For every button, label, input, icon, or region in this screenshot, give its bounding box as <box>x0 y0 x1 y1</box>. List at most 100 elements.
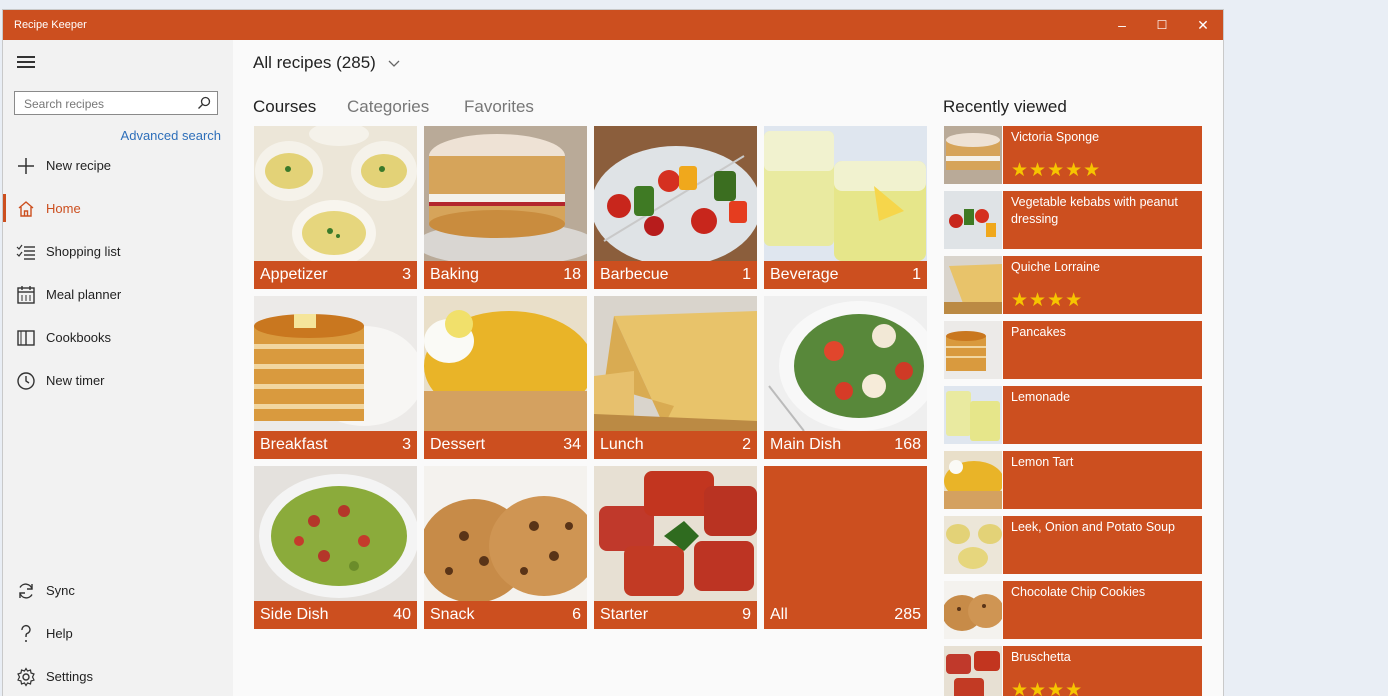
sidebar: Search recipes Advanced search New recip… <box>3 40 233 696</box>
search-icon[interactable] <box>197 96 211 110</box>
nav-new-timer[interactable]: New timer <box>3 360 233 400</box>
course-name: Barbecue <box>600 266 669 283</box>
advanced-search-link[interactable]: Advanced search <box>121 128 221 143</box>
maximize-button[interactable]: ☐ <box>1142 10 1182 40</box>
recent-item[interactable]: Quiche Lorraine ★★★★ <box>944 256 1202 314</box>
recent-item[interactable]: Pancakes <box>944 321 1202 379</box>
nav-shopping-list[interactable]: Shopping list <box>3 231 233 271</box>
course-tile-main-dish[interactable]: Main Dish 168 <box>764 296 927 459</box>
plus-icon <box>18 158 34 174</box>
checklist-icon <box>16 244 35 260</box>
recent-thumbnail <box>944 646 1002 696</box>
main-dish-image <box>764 296 927 431</box>
course-count: 34 <box>563 436 581 453</box>
course-count: 3 <box>402 436 411 453</box>
course-tile-side-dish[interactable]: Side Dish 40 <box>254 466 417 629</box>
snack-image <box>424 466 587 601</box>
recent-item[interactable]: Victoria Sponge ★★★★★ <box>944 126 1202 184</box>
recent-item-name: Vegetable kebabs with peanut dressing <box>1011 195 1178 226</box>
nav-label: Settings <box>46 669 93 684</box>
course-tile-all[interactable]: All 285 <box>764 466 927 629</box>
recent-thumbnail <box>944 126 1002 184</box>
recent-thumbnail <box>944 256 1002 314</box>
nav-settings[interactable]: Settings <box>3 656 233 696</box>
course-count: 18 <box>563 266 581 283</box>
nav-label: New recipe <box>46 158 112 173</box>
nav-new-recipe[interactable]: New recipe <box>3 145 233 185</box>
recent-item[interactable]: Bruschetta ★★★★ <box>944 646 1202 696</box>
course-count: 3 <box>402 266 411 283</box>
recent-item-name: Pancakes <box>1011 325 1066 339</box>
lunch-image <box>594 296 757 431</box>
course-name: Lunch <box>600 436 644 453</box>
course-tile-beverage[interactable]: Beverage 1 <box>764 126 927 289</box>
beverage-image <box>764 126 927 261</box>
side-dish-image <box>254 466 417 601</box>
recent-item[interactable]: Lemon Tart <box>944 451 1202 509</box>
nav-home[interactable]: Home <box>3 188 233 228</box>
help-icon <box>21 624 31 642</box>
course-count: 2 <box>742 436 751 453</box>
nav-label: Shopping list <box>46 244 121 259</box>
tab-favorites[interactable]: Favorites <box>464 97 534 117</box>
title-bar[interactable]: Recipe Keeper – ☐ ✕ <box>3 10 1223 40</box>
course-count: 6 <box>572 606 581 623</box>
nav-label: New timer <box>46 373 105 388</box>
search-placeholder: Search recipes <box>24 97 105 111</box>
course-name: Starter <box>600 606 649 623</box>
course-tile-snack[interactable]: Snack 6 <box>424 466 587 629</box>
recent-thumbnail <box>944 451 1002 509</box>
search-input[interactable]: Search recipes <box>14 91 218 115</box>
nav-sync[interactable]: Sync <box>3 570 233 610</box>
recent-item-name: Victoria Sponge <box>1011 130 1100 144</box>
starter-image <box>594 466 757 601</box>
course-tile-starter[interactable]: Starter 9 <box>594 466 757 629</box>
course-name: Snack <box>430 606 475 623</box>
recent-item[interactable]: Lemonade <box>944 386 1202 444</box>
course-tile-dessert[interactable]: Dessert 34 <box>424 296 587 459</box>
course-name: Baking <box>430 266 479 283</box>
course-count: 168 <box>894 436 921 453</box>
page-title: All recipes (285) <box>253 53 376 72</box>
nav-cookbooks[interactable]: Cookbooks <box>3 317 233 357</box>
course-tile-baking[interactable]: Baking 18 <box>424 126 587 289</box>
baking-image <box>424 126 587 261</box>
star-rating: ★★★★ <box>1011 290 1084 311</box>
course-tile-barbecue[interactable]: Barbecue 1 <box>594 126 757 289</box>
nav-help[interactable]: Help <box>3 613 233 653</box>
book-icon <box>17 330 35 346</box>
home-icon <box>18 201 34 217</box>
tab-courses[interactable]: Courses <box>253 97 316 117</box>
minimize-button[interactable]: – <box>1102 10 1142 40</box>
nav-label: Meal planner <box>46 287 122 302</box>
recent-item-name: Lemon Tart <box>1011 455 1074 469</box>
chevron-down-icon <box>388 60 400 67</box>
nav-label: Sync <box>46 583 75 598</box>
tab-categories[interactable]: Categories <box>347 97 429 117</box>
nav-meal-planner[interactable]: Meal planner <box>3 274 233 314</box>
course-tile-appetizer[interactable]: Appetizer 3 <box>254 126 417 289</box>
course-tile-breakfast[interactable]: Breakfast 3 <box>254 296 417 459</box>
recent-thumbnail <box>944 386 1002 444</box>
recent-item-name: Lemonade <box>1011 390 1071 404</box>
course-name: Side Dish <box>260 606 329 623</box>
course-count: 285 <box>894 606 921 623</box>
recent-item-name: Quiche Lorraine <box>1011 260 1100 274</box>
course-count: 9 <box>742 606 751 623</box>
course-count: 1 <box>912 266 921 283</box>
course-name: All <box>770 606 788 623</box>
recent-thumbnail <box>944 581 1002 639</box>
recent-item[interactable]: Vegetable kebabs with peanut dressing <box>944 191 1202 249</box>
recent-item[interactable]: Chocolate Chip Cookies <box>944 581 1202 639</box>
recipes-header-dropdown[interactable]: All recipes (285) <box>253 53 401 73</box>
appetizer-image <box>254 126 417 261</box>
course-count: 1 <box>742 266 751 283</box>
course-tile-lunch[interactable]: Lunch 2 <box>594 296 757 459</box>
app-window: Recipe Keeper – ☐ ✕ Search recipes Advan… <box>3 10 1223 696</box>
recent-item[interactable]: Leek, Onion and Potato Soup <box>944 516 1202 574</box>
course-name: Appetizer <box>260 266 328 283</box>
close-button[interactable]: ✕ <box>1183 10 1223 40</box>
barbecue-image <box>594 126 757 261</box>
recent-thumbnail <box>944 191 1002 249</box>
hamburger-menu-icon[interactable] <box>17 56 37 72</box>
